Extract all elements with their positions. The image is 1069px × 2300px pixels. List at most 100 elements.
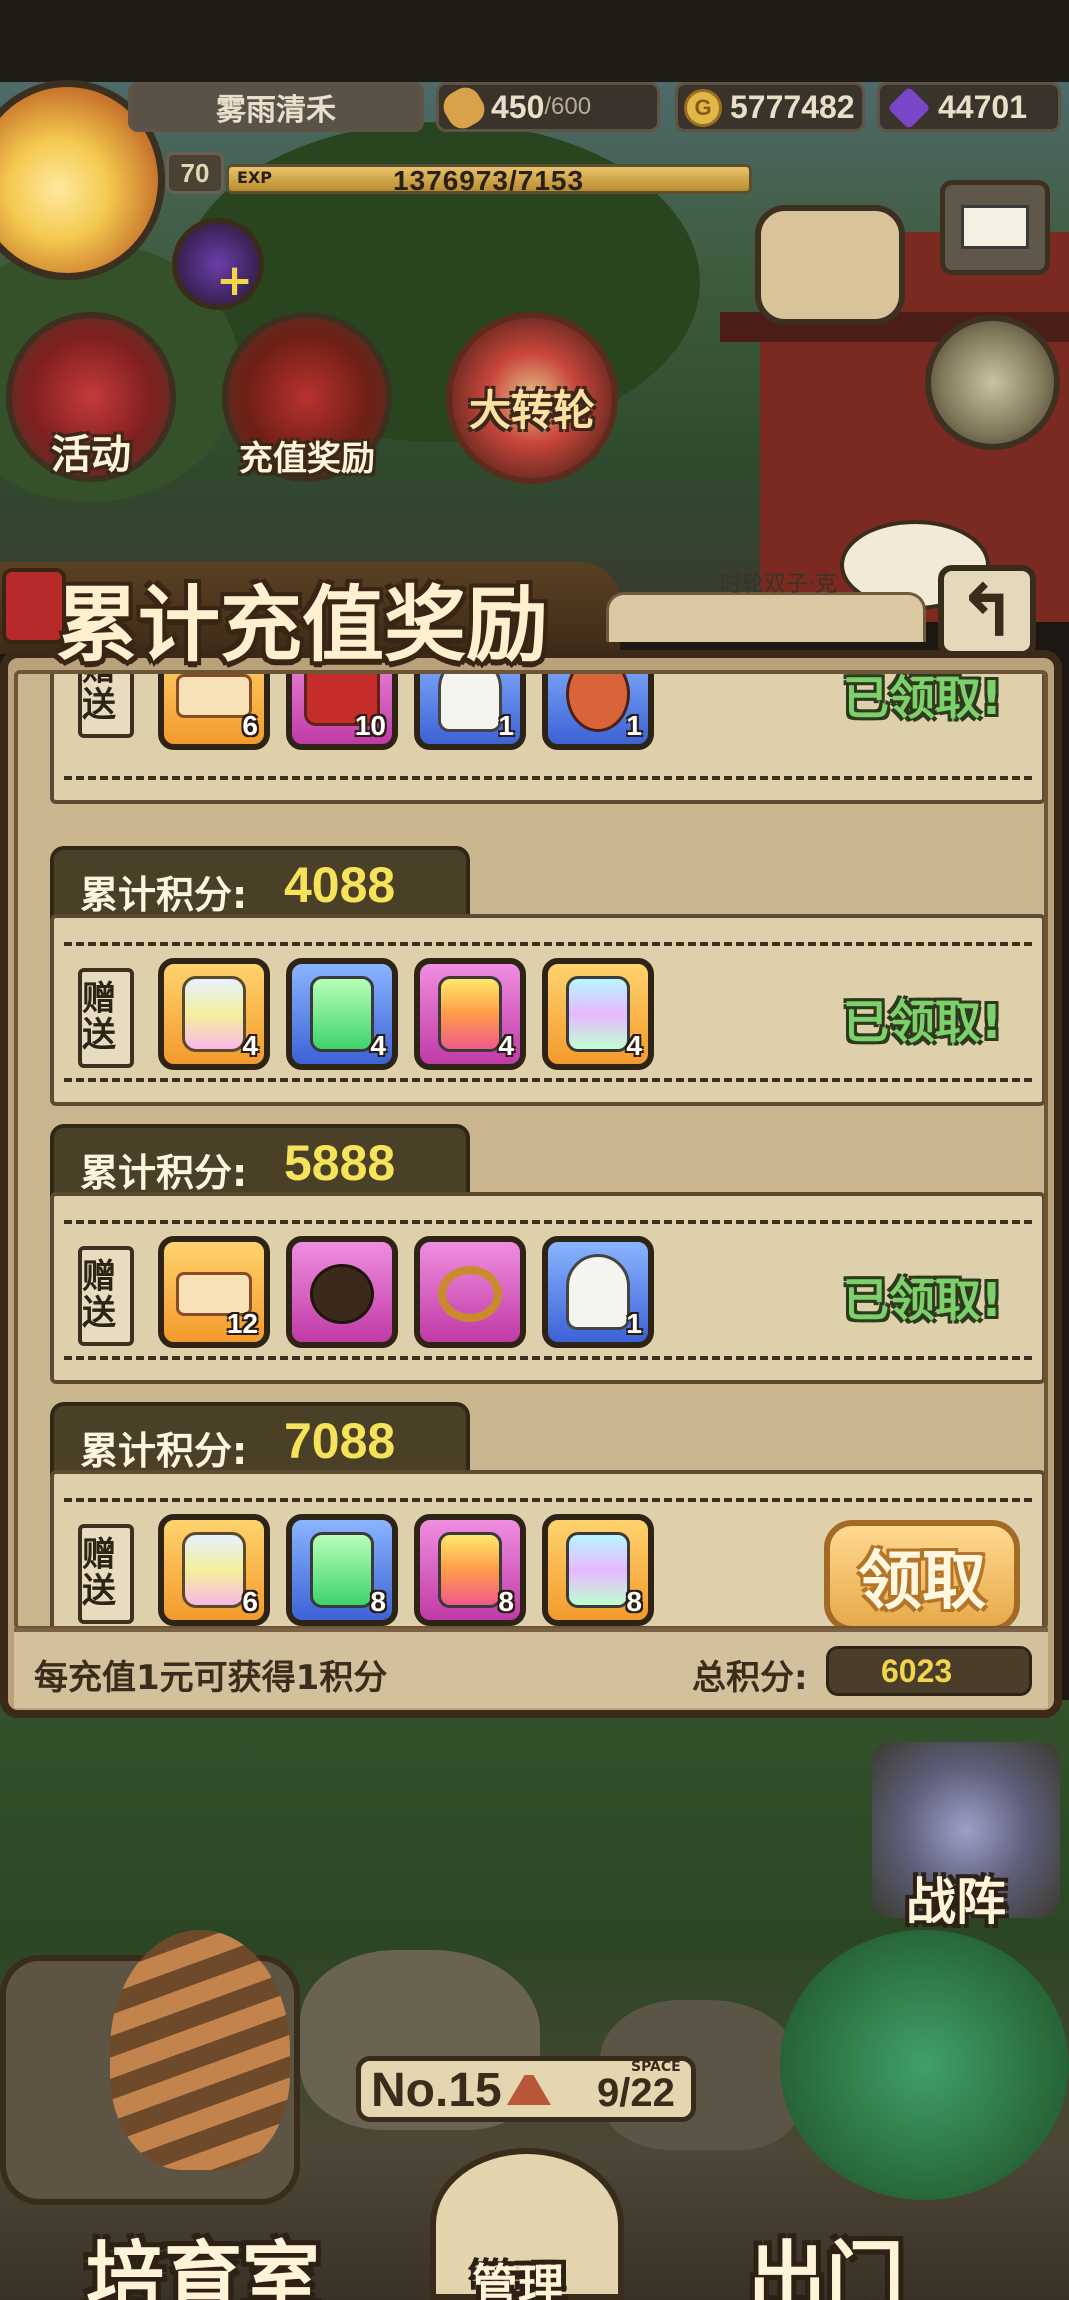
bread-icon <box>438 82 490 134</box>
winged-lantern-icon <box>182 1532 246 1608</box>
backpack-icon[interactable] <box>925 315 1060 450</box>
recharge-reward-button[interactable]: 充值奖励 <box>222 312 392 482</box>
rainbow-jar-icon <box>438 1532 502 1608</box>
rainbow-jar-icon <box>438 976 502 1052</box>
reward-item[interactable]: 6 <box>158 1514 270 1626</box>
space-value: 9/22 <box>597 2071 675 2115</box>
gift-tag: 赠送 <box>78 968 134 1068</box>
total-score-value: 6023 <box>881 1653 953 1689</box>
envelope-icon <box>961 205 1029 249</box>
divider <box>64 942 1032 946</box>
score-value: 5888 <box>284 1135 396 1191</box>
reward-item[interactable]: 6 <box>158 674 270 750</box>
quest-scroll-icon[interactable] <box>755 205 905 325</box>
belt-icon <box>310 1264 374 1324</box>
holo-jar-icon <box>566 976 630 1052</box>
reward-item[interactable]: 10 <box>286 674 398 750</box>
ghost-orb-icon <box>438 674 502 732</box>
food-counter[interactable]: 450 /600 <box>436 82 660 134</box>
reward-item[interactable]: 1 <box>542 674 654 750</box>
gold-value: 5777482 <box>730 88 855 125</box>
gift-tag: 赠送 <box>78 1246 134 1346</box>
go-out-button[interactable]: 出门 <box>748 2216 904 2300</box>
reward-item[interactable]: 4 <box>414 958 526 1070</box>
necklace-icon <box>438 1266 502 1322</box>
player-name[interactable]: 雾雨清禾 <box>128 82 424 132</box>
gem-purchase-button[interactable]: + <box>172 218 264 310</box>
reward-item[interactable]: 4 <box>158 958 270 1070</box>
exp-bar: EXP 1376973/7153 <box>226 164 752 194</box>
claimed-status: 已领取! <box>843 1273 1002 1327</box>
score-threshold-tab: 累计积分: 4088 <box>50 846 470 922</box>
stage-indicator: No.15 SPACE 9/22 <box>356 2056 696 2122</box>
reward-item[interactable]: 1 <box>542 1236 654 1348</box>
reward-item[interactable]: 8 <box>542 1514 654 1626</box>
score-threshold-tab: 累计积分: 5888 <box>50 1124 470 1200</box>
item-qty: 8 <box>498 1586 514 1617</box>
modal-subtitle: 时轮双子·克 <box>720 572 837 597</box>
food-current: 450 <box>491 88 545 125</box>
claim-button[interactable]: 领取 <box>824 1520 1020 1626</box>
recharge-reward-label: 充值奖励 <box>239 439 375 479</box>
item-qty: 4 <box>498 1030 514 1061</box>
player-name-text: 雾雨清禾 <box>216 94 336 127</box>
reward-item[interactable]: 8 <box>286 1514 398 1626</box>
recharge-rate-note: 每充值1元可获得1积分 <box>34 1658 388 1698</box>
score-value: 4088 <box>284 857 396 913</box>
item-qty: 4 <box>370 1030 386 1061</box>
lucky-wheel-button[interactable]: 大转轮 <box>446 312 618 484</box>
holo-jar-icon <box>566 1532 630 1608</box>
gold-coin-icon: G <box>684 89 722 127</box>
reward-tier-row: 赠送 12 1 已领取! <box>50 1192 1044 1384</box>
divider <box>64 776 1032 780</box>
reward-item[interactable]: 4 <box>286 958 398 1070</box>
reward-item[interactable] <box>414 1236 526 1348</box>
gem-counter[interactable]: 44701 <box>877 82 1061 132</box>
spiral-tree-icon[interactable] <box>780 1930 1069 2200</box>
plus-icon: + <box>216 255 253 306</box>
divider <box>64 1356 1032 1360</box>
nursery-button[interactable]: 培育室 <box>86 2216 320 2300</box>
reward-item[interactable]: 12 <box>158 1236 270 1348</box>
score-label: 累计积分: <box>80 873 248 917</box>
reward-item[interactable]: 4 <box>542 958 654 1070</box>
reward-tier-row: 赠送 6 10 1 1 已领取! <box>50 671 1044 804</box>
hero-portrait-icon <box>566 674 630 732</box>
purple-gem-icon <box>887 86 931 130</box>
item-qty: 6 <box>242 710 258 741</box>
divider <box>64 1078 1032 1082</box>
item-qty: 8 <box>626 1586 642 1617</box>
claimed-status: 已领取! <box>843 671 1002 725</box>
gift-tag: 赠送 <box>78 674 134 738</box>
reward-item[interactable]: 1 <box>414 674 526 750</box>
score-label: 累计积分: <box>80 1429 248 1473</box>
green-jar-icon <box>310 1532 374 1608</box>
gift-tag: 赠送 <box>78 1524 134 1624</box>
gold-counter[interactable]: G 5777482 <box>675 82 865 132</box>
back-button[interactable]: ↰ <box>938 565 1036 657</box>
item-qty: 10 <box>354 710 386 741</box>
activity-label: 活动 <box>51 432 131 478</box>
reward-tier-list[interactable]: 赠送 6 10 1 1 已领取! 累计积分: 4088 赠送 4 <box>14 670 1048 1630</box>
item-qty: 4 <box>242 1030 258 1061</box>
ghost-orb-icon <box>566 1254 630 1330</box>
winged-lantern-icon <box>182 976 246 1052</box>
reward-tier-row: 赠送 6 8 8 8 领取 <box>50 1470 1044 1626</box>
reward-item[interactable]: 8 <box>414 1514 526 1626</box>
total-score-label: 总积分: <box>692 1658 808 1698</box>
stage-arrow-icon <box>507 2075 551 2105</box>
total-score-box: 6023 <box>826 1646 1032 1696</box>
player-level-badge: 70 <box>166 152 224 194</box>
lucky-wheel-label: 大转轮 <box>468 386 595 435</box>
item-qty: 1 <box>626 710 642 741</box>
mail-button[interactable] <box>940 180 1050 275</box>
ticket-icon <box>176 674 252 718</box>
manage-label: 管理 <box>472 2259 564 2300</box>
divider <box>64 1498 1032 1502</box>
modal-subtitle-tab <box>606 592 926 642</box>
exp-label: EXP <box>237 168 272 187</box>
activity-button[interactable]: 活动 <box>6 312 176 482</box>
formation-label: 战阵 <box>906 1873 1006 1931</box>
score-label: 累计积分: <box>80 1151 248 1195</box>
reward-item[interactable] <box>286 1236 398 1348</box>
